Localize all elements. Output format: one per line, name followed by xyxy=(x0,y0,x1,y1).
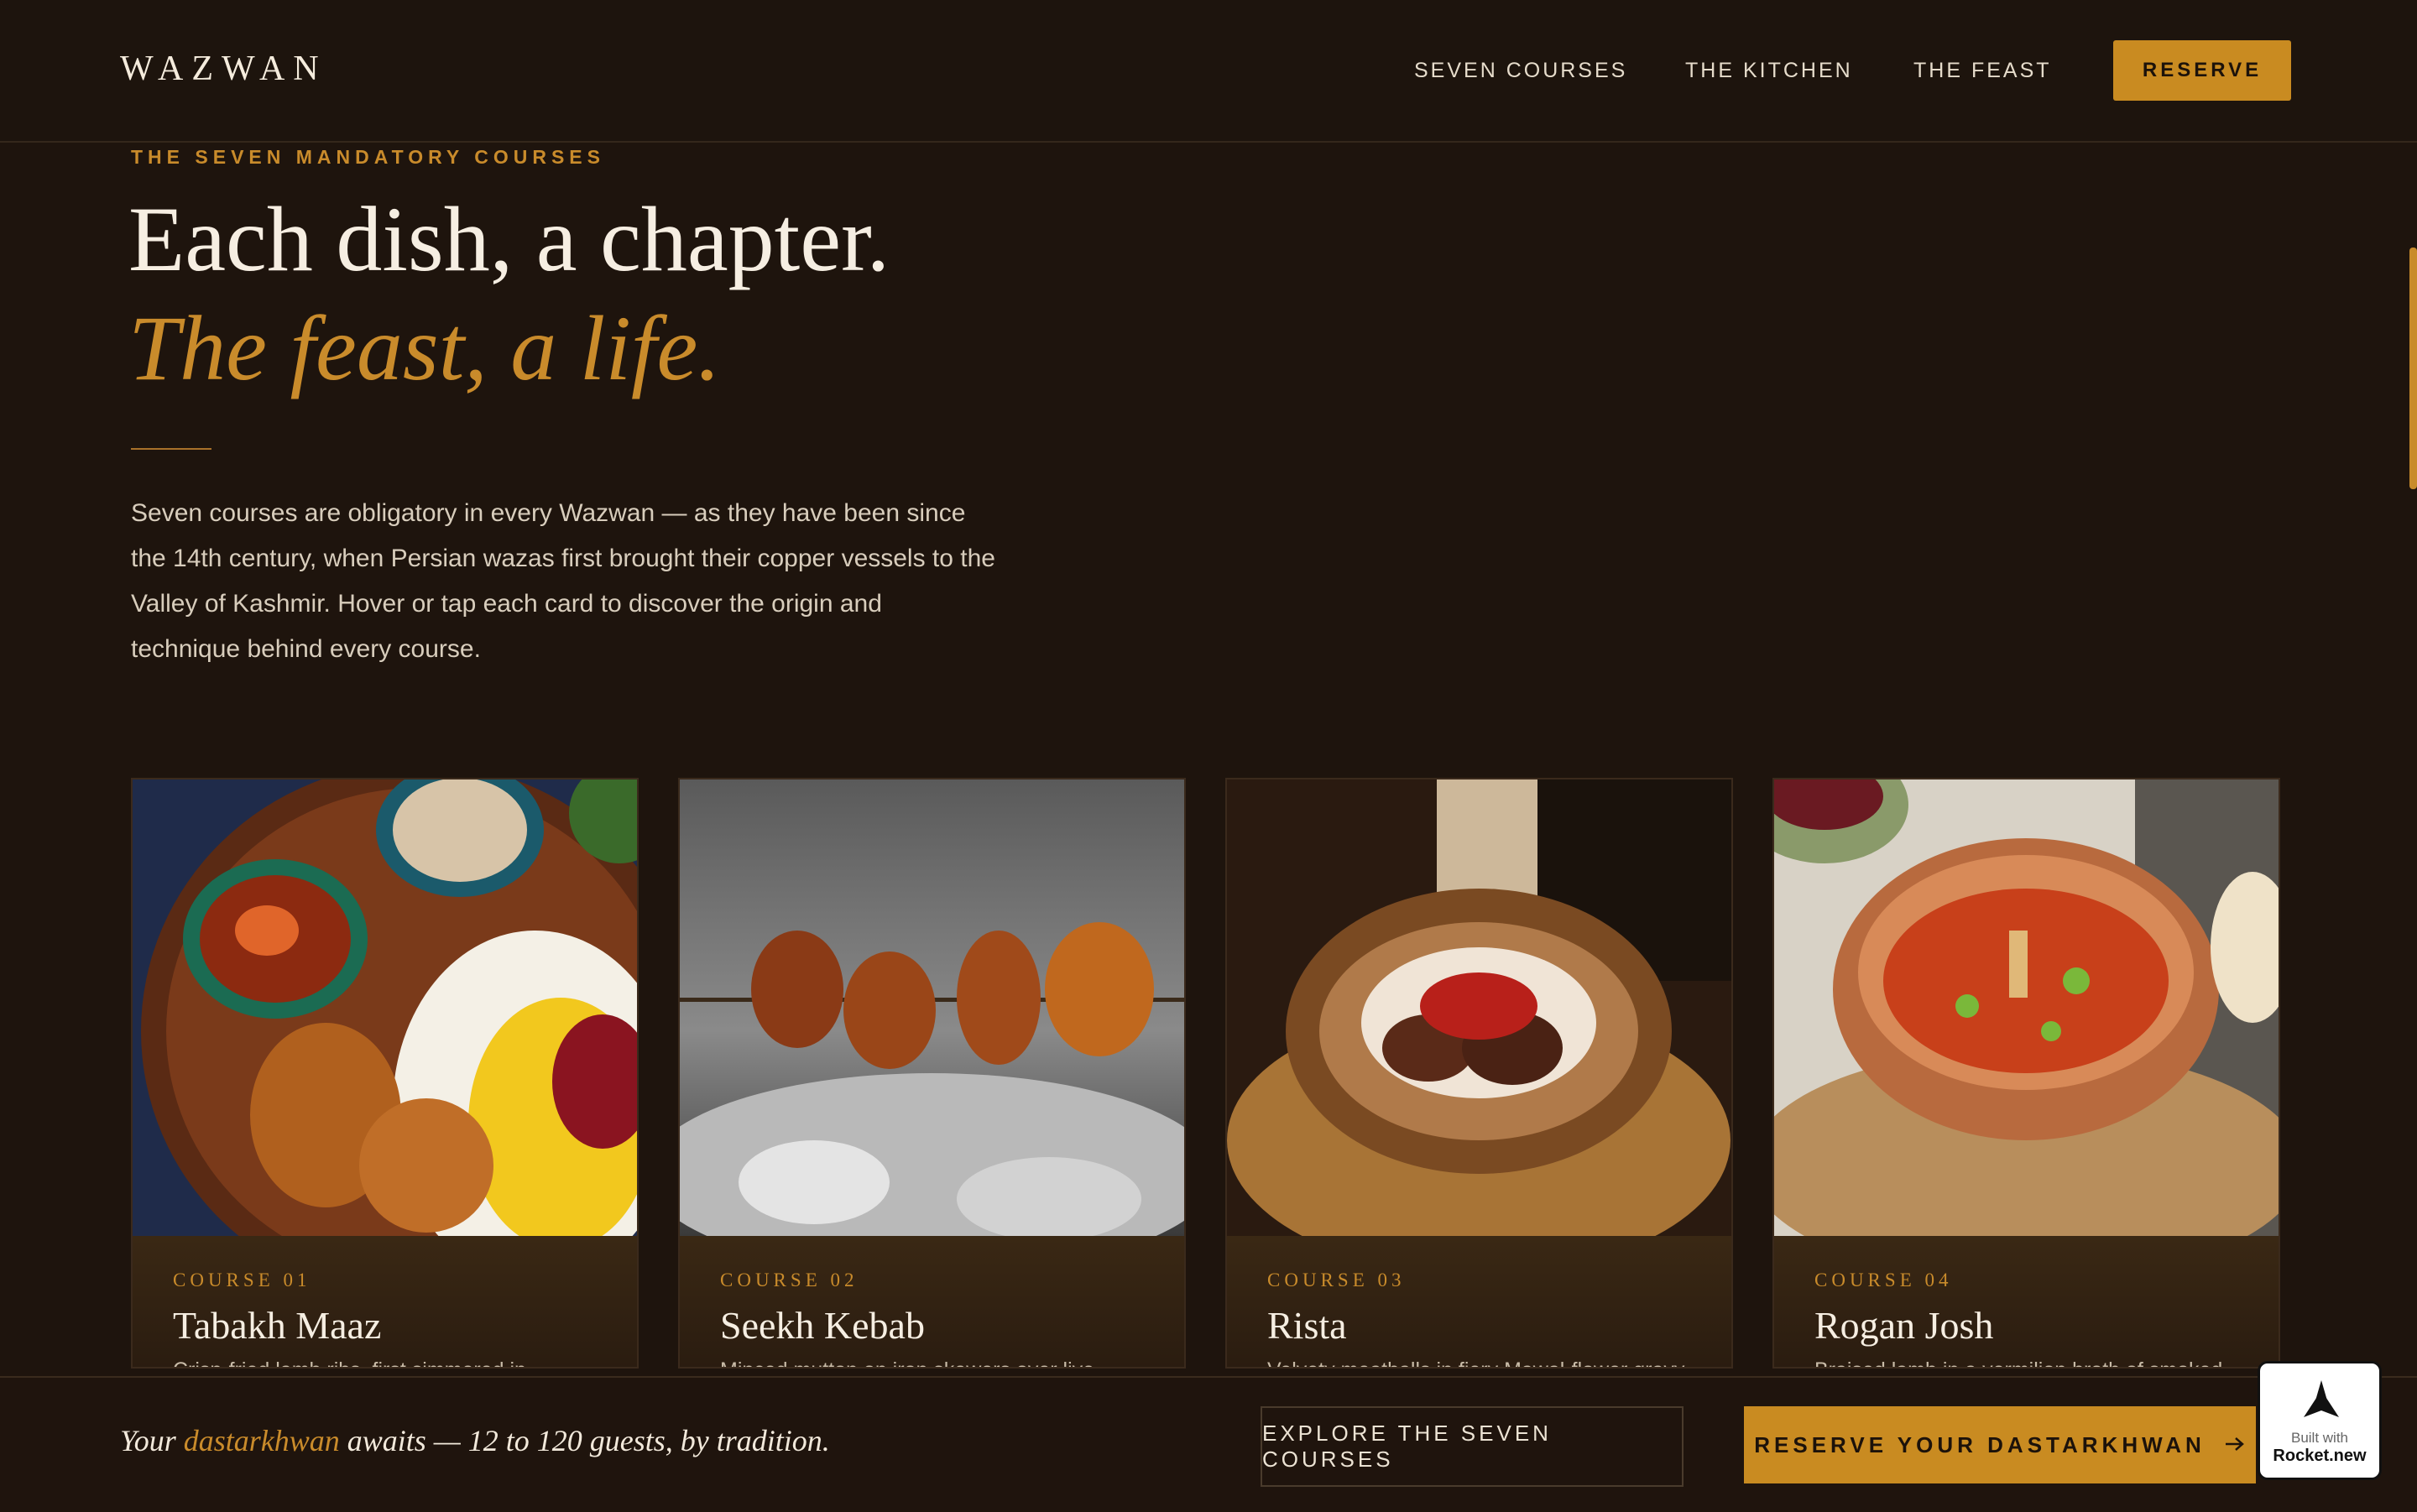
course-card-01[interactable]: COURSE 01 Tabakh Maaz Crisp-fried lamb r… xyxy=(131,778,639,1369)
built-with-badge[interactable]: Built with Rocket.new xyxy=(2258,1361,2382,1480)
nav-the-kitchen[interactable]: THE KITCHEN xyxy=(1685,59,1853,83)
divider xyxy=(131,448,211,450)
course-number: COURSE 02 xyxy=(720,1270,859,1290)
course-image-kebab xyxy=(680,779,1184,1236)
intro-paragraph: Seven courses are obligatory in every Wa… xyxy=(131,499,995,663)
nav-seven-courses[interactable]: SEVEN COURSES xyxy=(1414,59,1627,83)
course-card-04[interactable]: COURSE 04 Rogan Josh Braised lamb in a v… xyxy=(1772,778,2280,1369)
course-name: Tabakh Maaz xyxy=(173,1304,382,1347)
scrollbar-thumb[interactable] xyxy=(2409,248,2417,489)
course-card-body: COURSE 03 Rista Velvety meatballs in fie… xyxy=(1227,1236,1731,1367)
course-description: Velvety meatballs in fiery Mawal-flower … xyxy=(1267,1358,1704,1367)
course-name: Rogan Josh xyxy=(1814,1304,1994,1347)
tagline-accent: dastarkhwan xyxy=(183,1424,340,1457)
section-eyebrow: THE SEVEN MANDATORY COURSES xyxy=(131,146,605,168)
badge-brand: Rocket.new xyxy=(2273,1447,2367,1465)
site-header: WAZWAN SEVEN COURSES THE KITCHEN THE FEA… xyxy=(0,0,2417,143)
course-name: Seekh Kebab xyxy=(720,1304,925,1347)
hero-title-line2: The feast, a life. xyxy=(128,297,721,399)
course-number: COURSE 04 xyxy=(1814,1270,1953,1290)
course-description: Braised lamb in a vermilion broth of smo… xyxy=(1814,1358,2251,1367)
rocket-icon xyxy=(2302,1379,2341,1425)
course-number: COURSE 01 xyxy=(173,1270,311,1290)
sticky-cta-bar: Your dastarkhwan awaits — 12 to 120 gues… xyxy=(0,1376,2417,1512)
logo[interactable]: WAZWAN xyxy=(120,49,327,89)
course-number: COURSE 03 xyxy=(1267,1270,1406,1290)
course-image-platter xyxy=(133,779,637,1236)
arrow-right-icon xyxy=(2224,1432,2246,1458)
course-card-body: COURSE 01 Tabakh Maaz Crisp-fried lamb r… xyxy=(133,1236,637,1367)
reserve-dastarkhwan-label: RESERVE YOUR DASTARKHWAN xyxy=(1754,1431,2206,1457)
explore-courses-button[interactable]: EXPLORE THE SEVEN COURSES xyxy=(1261,1406,1684,1487)
course-card-02[interactable]: COURSE 02 Seekh Kebab Minced mutton on i… xyxy=(678,778,1186,1369)
course-card-body: COURSE 04 Rogan Josh Braised lamb in a v… xyxy=(1774,1236,2279,1367)
course-image-rogan-josh xyxy=(1774,779,2279,1236)
tagline-prefix: Your xyxy=(120,1424,184,1457)
nav-the-feast[interactable]: THE FEAST xyxy=(1913,59,2052,83)
badge-caption: Built with xyxy=(2290,1430,2349,1446)
course-card-03[interactable]: COURSE 03 Rista Velvety meatballs in fie… xyxy=(1225,778,1733,1369)
course-name: Rista xyxy=(1267,1304,1347,1347)
course-image-rista xyxy=(1227,779,1731,1236)
course-description: Minced mutton on iron skewers over live xyxy=(720,1358,1156,1367)
course-card-body: COURSE 02 Seekh Kebab Minced mutton on i… xyxy=(680,1236,1184,1367)
hero-title-line1: Each dish, a chapter. xyxy=(128,188,890,290)
tagline-suffix: awaits — 12 to 120 guests, by tradition. xyxy=(339,1424,830,1457)
course-description: Crisp-fried lamb ribs, first simmered in xyxy=(173,1358,609,1367)
reserve-dastarkhwan-button[interactable]: RESERVE YOUR DASTARKHWAN xyxy=(1744,1406,2256,1483)
cta-tagline: Your dastarkhwan awaits — 12 to 120 gues… xyxy=(120,1423,830,1458)
reserve-button[interactable]: RESERVE xyxy=(2113,40,2291,101)
